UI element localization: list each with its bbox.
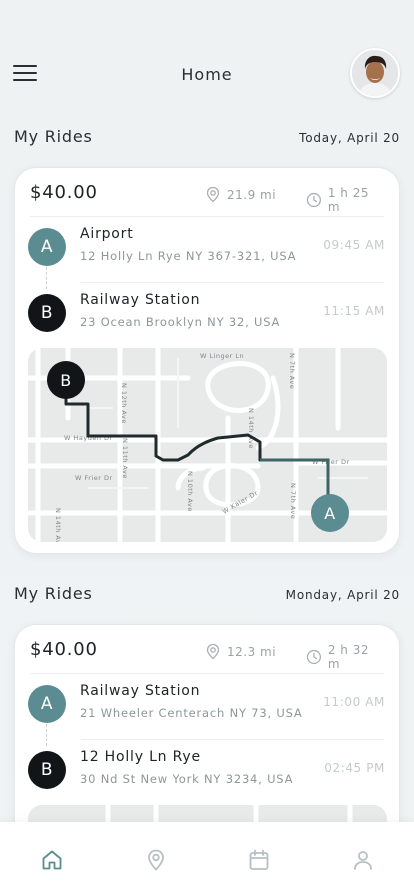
stop-time: 11:15 AM <box>323 304 385 318</box>
stop-address: 12 Holly Ln Rye NY 367-321, USA <box>80 249 297 263</box>
location-pin-icon <box>148 849 164 871</box>
distance-value: 21.9 mi <box>227 187 277 202</box>
ride-section-header: My Rides Today, April 20 <box>14 127 400 149</box>
avatar-portrait <box>352 50 398 96</box>
stop-badge-b: B <box>28 294 66 332</box>
ride-section-header: My Rides Monday, April 20 <box>14 584 400 606</box>
ride-distance: 12.3 mi <box>205 643 276 660</box>
nav-profile[interactable] <box>349 846 377 874</box>
clock-icon <box>306 649 322 665</box>
section-date: Today, April 20 <box>299 131 400 145</box>
stop-badge-a: A <box>28 228 66 266</box>
map-marker-start-label: B <box>60 371 71 390</box>
ride-card[interactable]: $40.00 21.9 mi 1 h 25 m A Airport 12 Hol… <box>14 167 400 554</box>
dropoff-stop[interactable]: B Railway Station 23 Ocean Brooklyn NY 3… <box>28 288 385 338</box>
divider <box>30 673 384 674</box>
map-street-label: N 14th Ave <box>54 508 62 542</box>
ride-price: $40.00 <box>30 639 98 660</box>
stop-name: Railway Station <box>80 683 201 699</box>
ride-price: $40.00 <box>30 182 98 203</box>
ride-summary: $40.00 12.3 mi 2 h 32 m <box>30 639 385 671</box>
stop-address: 21 Wheeler Centerach NY 73, USA <box>80 706 303 720</box>
map-marker-end-label: A <box>324 504 335 523</box>
route-connector <box>46 724 47 746</box>
avatar[interactable] <box>350 48 400 98</box>
ride-duration: 2 h 32 m <box>306 643 385 671</box>
app-header: Home <box>0 44 414 104</box>
map-street-label: W Frier Dr <box>75 474 113 482</box>
ride-distance: 21.9 mi <box>205 186 276 203</box>
stop-badge-b: B <box>28 751 66 789</box>
pickup-stop[interactable]: A Airport 12 Holly Ln Rye NY 367-321, US… <box>28 222 385 272</box>
ride-duration: 1 h 25 m <box>306 186 385 214</box>
stop-address: 23 Ocean Brooklyn NY 32, USA <box>80 315 281 329</box>
map-street-label: N 11th Ave <box>121 438 129 479</box>
duration-value: 2 h 32 m <box>327 643 369 671</box>
stop-badge-a: A <box>28 685 66 723</box>
section-date: Monday, April 20 <box>285 588 400 602</box>
divider <box>81 739 384 740</box>
stop-time: 11:00 AM <box>323 695 385 709</box>
stop-address: 30 Nd St New York NY 3234, USA <box>80 772 294 786</box>
nav-home[interactable] <box>38 846 66 874</box>
clock-icon <box>306 192 322 208</box>
stop-name: Railway Station <box>80 292 201 308</box>
section-title: My Rides <box>14 127 93 146</box>
nav-calendar[interactable] <box>245 846 273 874</box>
map-street-label: W Linger Ln <box>200 352 244 360</box>
stop-time: 02:45 PM <box>324 761 385 775</box>
route-map-canvas: W Linger Ln N 12th Ave N 11th Ave N 7th … <box>28 348 387 542</box>
route-map[interactable]: W Linger Ln N 12th Ave N 11th Ave N 7th … <box>28 348 387 542</box>
location-pin-icon <box>206 643 220 660</box>
divider <box>81 282 384 283</box>
stop-name: 12 Holly Ln Rye <box>80 749 201 765</box>
map-street-label: N 14th Ave <box>247 408 255 449</box>
bottom-nav <box>0 822 414 896</box>
map-street-label: N 12th Ave <box>120 383 128 424</box>
location-pin-icon <box>206 186 220 203</box>
map-street-label: N 10th Ave <box>186 471 194 512</box>
distance-value: 12.3 mi <box>227 644 277 659</box>
duration-value: 1 h 25 m <box>327 186 369 214</box>
map-street-label: N 7th Ave <box>288 353 296 389</box>
calendar-icon <box>249 849 269 870</box>
stop-name: Airport <box>80 226 134 242</box>
dropoff-stop[interactable]: B 12 Holly Ln Rye 30 Nd St New York NY 3… <box>28 745 385 795</box>
section-title: My Rides <box>14 584 93 603</box>
map-street-label: N 7th Ave <box>289 483 297 519</box>
pickup-stop[interactable]: A Railway Station 21 Wheeler Centerach N… <box>28 679 385 729</box>
stop-time: 09:45 AM <box>323 238 385 252</box>
divider <box>30 216 384 217</box>
home-icon <box>42 850 62 870</box>
nav-location[interactable] <box>142 846 170 874</box>
user-icon <box>354 851 372 870</box>
route-connector <box>46 267 47 289</box>
ride-summary: $40.00 21.9 mi 1 h 25 m <box>30 182 385 214</box>
